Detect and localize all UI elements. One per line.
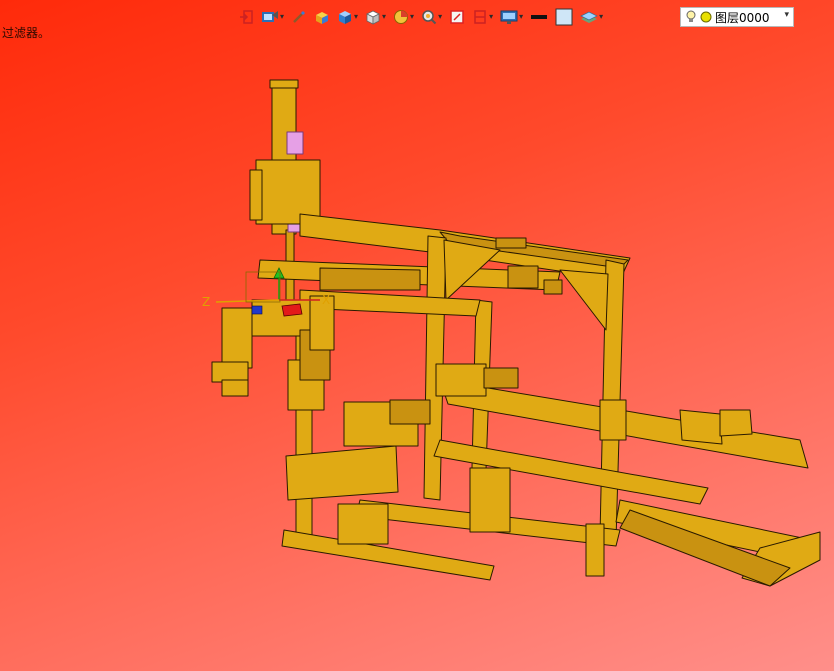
gusset-right (559, 269, 609, 331)
bracket-1 (495, 237, 527, 249)
pink-sleeve (286, 131, 304, 155)
base-block (337, 503, 389, 545)
gripper-jaw-2 (211, 361, 249, 383)
bracket-4 (599, 399, 627, 441)
slider-block-2 (483, 367, 519, 389)
red-highlight (281, 303, 303, 317)
mid-frame-2 (319, 267, 421, 291)
gripper-jaw-3 (221, 379, 249, 397)
3d-viewport[interactable]: 过滤器。 ▾ ▾ ▾ ▾ ▾ ▾ ▾ ▾ 图层0000 ▾ Z X (0, 0, 834, 671)
carriage-plate (249, 169, 263, 221)
triad-z-label: Z (202, 295, 210, 309)
carriage-block (255, 159, 321, 225)
base-block-2 (469, 467, 511, 533)
base-leg (585, 523, 605, 577)
side-panel (285, 445, 399, 501)
triad-x-label: X (322, 293, 330, 307)
triad-origin (251, 305, 263, 315)
diagonal-arm-box (679, 409, 723, 445)
gripper-jaw-1 (221, 307, 253, 369)
slider-block (435, 363, 487, 397)
bracket-3 (543, 279, 563, 295)
machine-model[interactable]: Z X (0, 0, 834, 671)
cylinder-cap (269, 79, 299, 89)
diagonal-arm-end (719, 409, 753, 437)
motor-block-2 (389, 399, 431, 425)
bracket-2 (507, 265, 539, 289)
